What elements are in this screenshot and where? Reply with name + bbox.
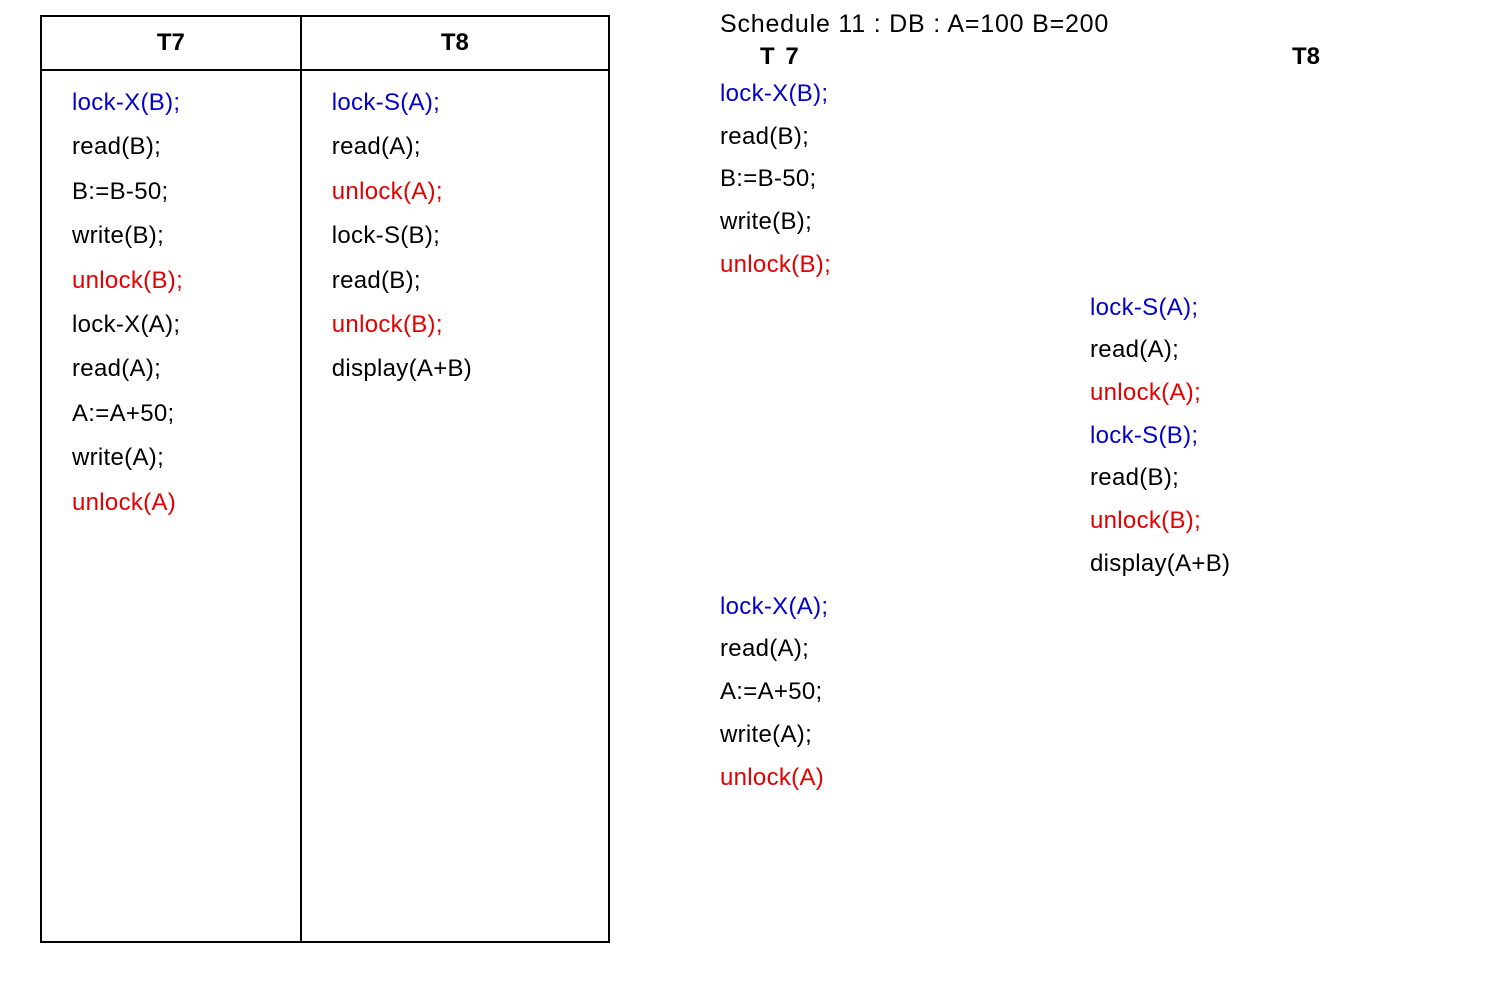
op-line: write(B);	[72, 214, 286, 258]
op-line: lock-X(A);	[72, 303, 286, 347]
schedule-step: unlock(B);	[720, 244, 1460, 287]
transaction-table: T7 T8 lock-X(B);read(B);B:=B-50;write(B)…	[40, 15, 610, 943]
schedule-steps: lock-X(B);read(B);B:=B-50;write(B);unloc…	[720, 73, 1460, 799]
schedule-step: lock-S(B);	[720, 415, 1460, 458]
table-header-t7: T7	[41, 16, 301, 70]
schedule-block: Schedule 11 : DB : A=100 B=200 T 7 T8 lo…	[720, 10, 1460, 799]
op-line: read(B);	[72, 125, 286, 169]
op-line: unlock(B);	[72, 259, 286, 303]
schedule-step: read(B);	[720, 116, 1460, 159]
schedule-step: display(A+B)	[720, 543, 1460, 586]
schedule-title: Schedule 11 : DB : A=100 B=200	[720, 10, 1460, 39]
schedule-step: read(A);	[720, 329, 1460, 372]
op-line: display(A+B)	[332, 347, 594, 391]
table-cell-t8: lock-S(A);read(A);unlock(A);lock-S(B);re…	[301, 70, 609, 942]
op-line: lock-X(B);	[72, 81, 286, 125]
schedule-step: B:=B-50;	[720, 158, 1460, 201]
table-header-t8: T8	[301, 16, 609, 70]
schedule-step: lock-X(A);	[720, 586, 1460, 629]
op-line: B:=B-50;	[72, 170, 286, 214]
op-line: unlock(B);	[332, 303, 594, 347]
op-line: read(A);	[332, 125, 594, 169]
schedule-step: read(B);	[720, 457, 1460, 500]
op-line: read(B);	[332, 259, 594, 303]
schedule-step: read(A);	[720, 628, 1460, 671]
schedule-step: lock-X(B);	[720, 73, 1460, 116]
schedule-step: lock-S(A);	[720, 287, 1460, 330]
op-line: unlock(A)	[72, 481, 286, 525]
op-line: lock-S(A);	[332, 81, 594, 125]
schedule-step: unlock(A);	[720, 372, 1460, 415]
schedule-step: write(A);	[720, 714, 1460, 757]
op-line: unlock(A);	[332, 170, 594, 214]
op-line: A:=A+50;	[72, 392, 286, 436]
op-line: read(A);	[72, 347, 286, 391]
schedule-step: write(B);	[720, 201, 1460, 244]
schedule-step: unlock(B);	[720, 500, 1460, 543]
op-line: lock-S(B);	[332, 214, 594, 258]
op-line: write(A);	[72, 436, 286, 480]
schedule-col-header-t8: T8	[1075, 43, 1435, 71]
table-cell-t7: lock-X(B);read(B);B:=B-50;write(B);unloc…	[41, 70, 301, 942]
schedule-col-header-t7: T 7	[720, 43, 1075, 71]
schedule-step: A:=A+50;	[720, 671, 1460, 714]
schedule-step: unlock(A)	[720, 757, 1460, 800]
